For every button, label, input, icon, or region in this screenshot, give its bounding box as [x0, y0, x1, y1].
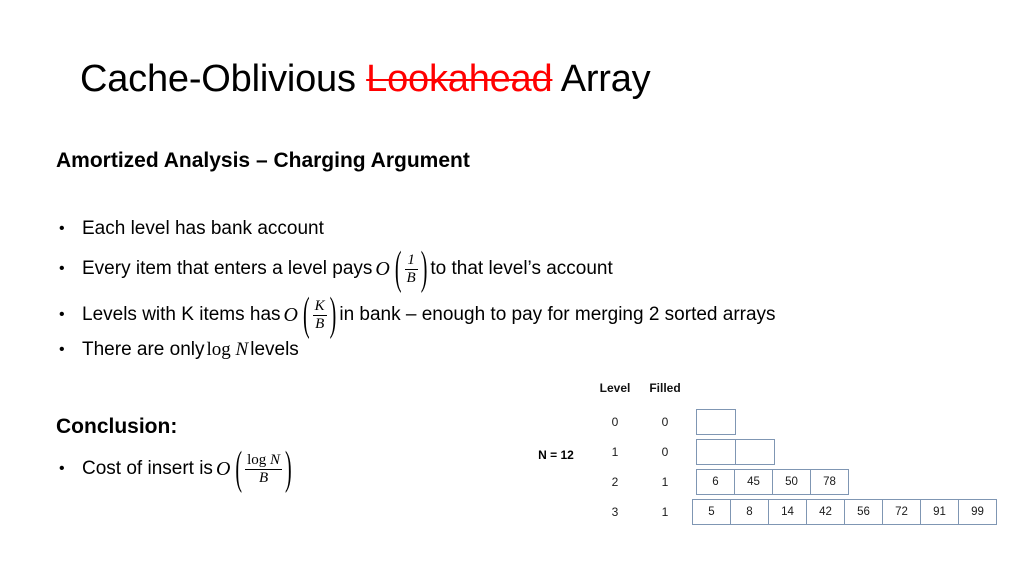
right-paren-glyph: ) — [329, 289, 337, 342]
array-slot: 5 — [692, 499, 731, 525]
array-slot — [735, 439, 775, 465]
array-slot: 78 — [810, 469, 849, 495]
array-slot — [696, 439, 736, 465]
array-slots-level-3: 5 8 14 42 56 72 91 99 — [692, 499, 997, 525]
bullet-marker-icon: • — [59, 340, 65, 358]
bullet-item-1: • Each level has bank account — [56, 219, 324, 239]
array-slot: 45 — [734, 469, 773, 495]
fraction-denominator: B — [404, 268, 418, 286]
right-paren-glyph: ) — [285, 443, 292, 496]
array-slot: 14 — [768, 499, 807, 525]
bullet-3-pre: Levels with K items has — [82, 304, 281, 326]
bullet-marker-icon: • — [59, 260, 65, 278]
bullet-4-post: levels — [250, 339, 299, 360]
row-filled-value: 1 — [661, 505, 669, 519]
formula-o-logn-over-b: O ( log N B ) — [215, 446, 292, 493]
bullet-4-pre: There are only — [82, 339, 205, 360]
bullet-3-text: Levels with K items has O ( K B ) in ban… — [82, 292, 776, 339]
formula-o-k-over-b: O ( K B ) — [283, 292, 337, 339]
row-level-value: 2 — [611, 475, 619, 489]
column-header-level: Level — [599, 381, 631, 395]
array-slot: 56 — [844, 499, 883, 525]
coa-level-diagram: Level Filled N = 12 0 0 1 0 2 1 6 45 50 … — [520, 375, 1024, 535]
variable-n: N — [269, 452, 280, 468]
array-slot: 91 — [920, 499, 959, 525]
fraction: K B — [310, 298, 330, 333]
fraction-numerator: K — [314, 298, 325, 314]
n-value-label: N = 12 — [538, 448, 574, 462]
array-slots-level-2: 6 45 50 78 — [696, 469, 849, 495]
row-level-value: 3 — [611, 505, 619, 519]
bullet-marker-icon: • — [59, 460, 65, 478]
bullet-2-post: to that level’s account — [430, 258, 613, 280]
array-slot: 72 — [882, 499, 921, 525]
row-filled-value: 0 — [661, 445, 669, 459]
left-paren-glyph: ( — [235, 443, 243, 496]
slide-title: Cache-Oblivious Lookahead Array — [80, 57, 651, 103]
bullet-conclusion-pre: Cost of insert is — [82, 458, 213, 480]
array-slots-level-1 — [696, 439, 775, 465]
left-paren-glyph: ( — [394, 243, 402, 296]
title-text-after: Array — [552, 58, 651, 100]
row-level-value: 0 — [611, 415, 619, 429]
fraction: 1 B — [402, 252, 421, 287]
array-slot — [696, 409, 736, 435]
formula-symbol: O — [215, 457, 231, 480]
bullet-2-pre: Every item that enters a level pays — [82, 258, 373, 280]
bullet-3-post: in bank – enough to pay for merging 2 so… — [339, 304, 776, 326]
section-heading-amortized: Amortized Analysis – Charging Argument — [56, 149, 470, 172]
formula-symbol: O — [375, 257, 390, 280]
title-struck-word: Lookahead — [366, 58, 553, 100]
array-slot: 8 — [730, 499, 769, 525]
row-level-value: 1 — [611, 445, 619, 459]
left-paren-glyph: ( — [302, 289, 310, 342]
fraction: log N B — [242, 452, 285, 487]
array-slot: 42 — [806, 499, 845, 525]
row-filled-value: 1 — [661, 475, 669, 489]
fraction-numerator: log N — [245, 452, 282, 469]
bullet-item-conclusion: • Cost of insert is O ( log N B ) — [56, 446, 295, 493]
array-slots-level-0 — [696, 409, 736, 435]
fraction-denominator: B — [245, 468, 282, 487]
bullet-2-text: Every item that enters a level pays O ( … — [82, 246, 613, 293]
bullet-4-text: There are only log N levels — [82, 340, 299, 360]
bullet-1-text: Each level has bank account — [82, 218, 324, 239]
bullet-marker-icon: • — [59, 219, 65, 237]
title-text-before: Cache-Oblivious — [80, 58, 367, 100]
inline-math-log-n: log N — [206, 339, 249, 360]
section-heading-conclusion: Conclusion: — [56, 415, 178, 438]
array-slot: 6 — [696, 469, 735, 495]
row-filled-value: 0 — [661, 415, 669, 429]
variable-n: N — [235, 339, 249, 360]
bullet-item-4: • There are only log N levels — [56, 340, 299, 360]
array-slot: 50 — [772, 469, 811, 495]
formula-o-one-over-b: O ( 1 B ) — [375, 246, 427, 293]
bullet-marker-icon: • — [59, 306, 65, 324]
column-header-filled: Filled — [649, 381, 681, 395]
right-paren-glyph: ) — [420, 243, 428, 296]
fraction-numerator: 1 — [407, 252, 415, 268]
fraction-denominator: B — [312, 314, 327, 333]
bullet-item-2: • Every item that enters a level pays O … — [56, 246, 613, 293]
formula-symbol: O — [283, 303, 298, 326]
bullet-item-3: • Levels with K items has O ( K B ) in b… — [56, 292, 776, 339]
slide-canvas: Cache-Oblivious Lookahead Array Amortize… — [0, 0, 1024, 576]
log-operator: log — [247, 452, 267, 468]
array-slot: 99 — [958, 499, 997, 525]
bullet-conclusion-text: Cost of insert is O ( log N B ) — [82, 446, 295, 493]
